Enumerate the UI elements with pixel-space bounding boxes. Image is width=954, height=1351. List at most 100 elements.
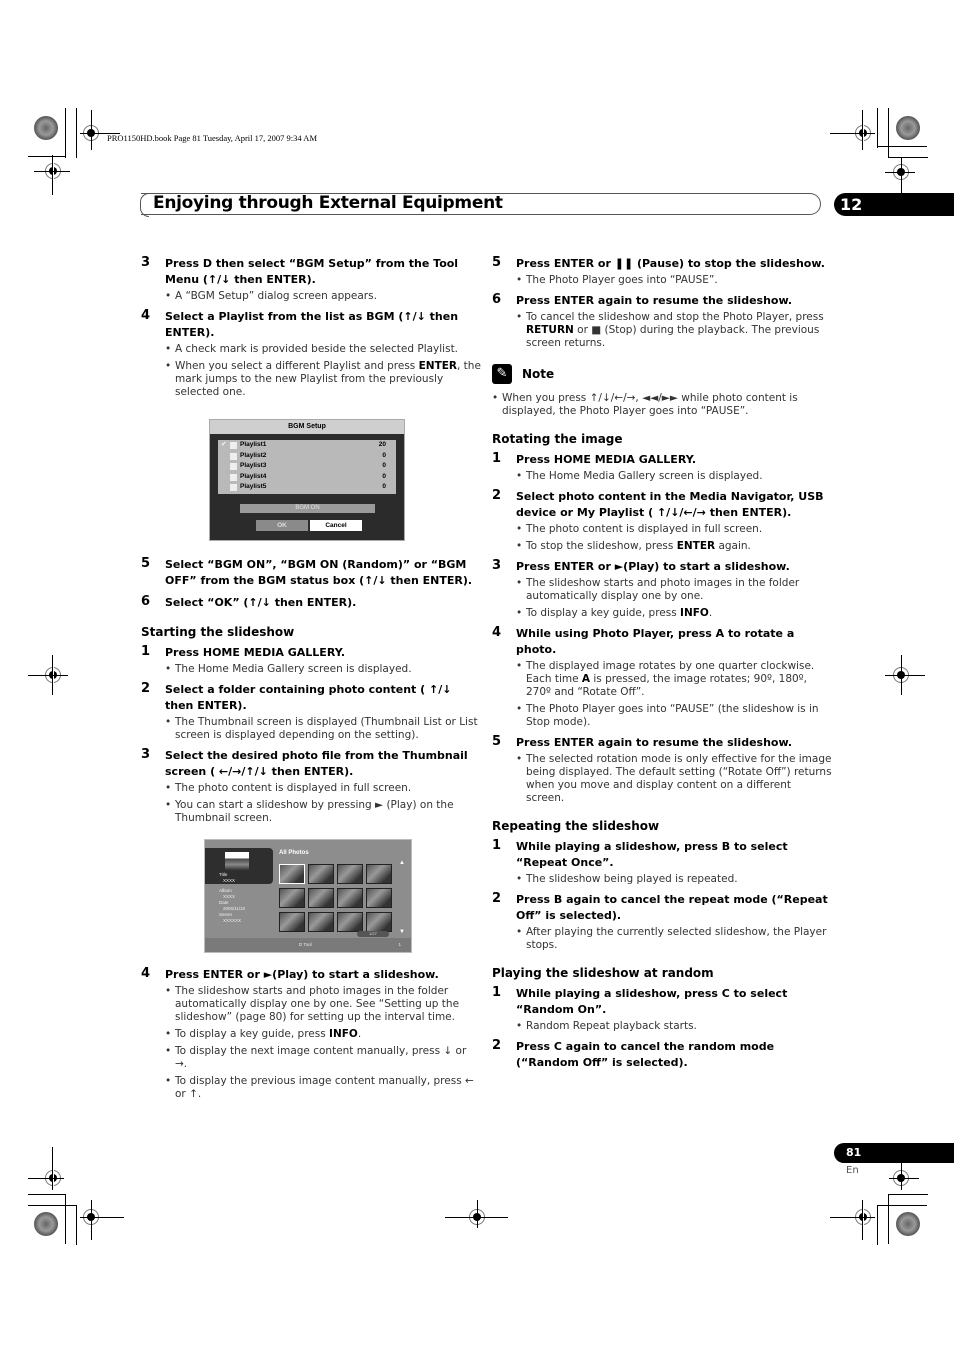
step-text: Press ENTER or ►(Play) to start a slides…	[516, 560, 790, 573]
key-label: ENTER	[676, 540, 716, 552]
chapter-number: 12	[840, 195, 863, 214]
crop-mark	[877, 146, 927, 147]
crop-mark	[65, 108, 66, 158]
thumbnail	[366, 912, 392, 932]
playlist-icon	[230, 442, 237, 449]
registration-disc	[34, 116, 58, 140]
playlist-count: 0	[382, 483, 386, 490]
bullet: After playing the currently selected sli…	[516, 926, 832, 952]
playlist-name: Playlist5	[240, 483, 267, 490]
bullet: To cancel the slideshow and stop the Pho…	[516, 311, 832, 350]
folder-title: All Photos	[279, 850, 309, 856]
bullet: The selected rotation mode is only effec…	[516, 753, 832, 805]
bullet-text: To display a key guide, press	[175, 1028, 330, 1040]
step-text: Select photo content in the Media Naviga…	[516, 490, 824, 519]
step-number: 1	[492, 451, 502, 466]
step-text: Press B again to cancel the repeat mode …	[516, 893, 828, 922]
crop-mark	[28, 1194, 66, 1195]
preview-image	[225, 852, 249, 870]
crop-mark	[877, 1205, 927, 1206]
bullet-list: The Thumbnail screen is displayed (Thumb…	[165, 716, 481, 742]
bullet-text: To stop the slideshow, press	[526, 540, 677, 552]
step: 1 Press HOME MEDIA GALLERY.	[141, 644, 481, 661]
crop-mark	[52, 1147, 53, 1190]
note-heading: ✎ Note	[492, 364, 832, 384]
bullet-text: .	[357, 1028, 362, 1040]
step: 4 Select a Playlist from the list as BGM …	[141, 308, 481, 341]
bullet: To display a key guide, press INFO.	[516, 607, 832, 620]
bullet-list: The slideshow starts and photo images in…	[165, 985, 481, 1101]
playlist-icon	[230, 473, 237, 481]
section-heading: Playing the slideshow at random	[492, 966, 714, 980]
step-text: Press D then select “BGM Setup” from the…	[165, 257, 459, 286]
crop-mark	[477, 1200, 478, 1228]
step-number: 3	[492, 558, 502, 573]
step-text: Press C again to cancel the random mode …	[516, 1040, 775, 1069]
bullet: The Photo Player goes into “PAUSE”.	[516, 274, 832, 287]
language-code: En	[846, 1165, 859, 1176]
dialog-title: BGM Setup	[210, 420, 404, 434]
scroll-down-icon: ▼	[399, 929, 405, 935]
bullet: The photo content is displayed in full s…	[165, 782, 481, 795]
step: 3 Press D then select “BGM Setup” from th…	[141, 255, 481, 288]
step-text: Press HOME MEDIA GALLERY.	[516, 453, 697, 466]
bullet-list: The Photo Player goes into “PAUSE”.	[516, 274, 832, 287]
step: 3 Press ENTER or ►(Play) to start a slide…	[492, 558, 832, 575]
crop-mark	[91, 110, 92, 150]
step: 2 Select photo content in the Media Navig…	[492, 488, 832, 521]
step: 2 Press C again to cancel the random mode…	[492, 1038, 832, 1071]
thumbnail	[279, 888, 305, 908]
bgm-status-box: BGM ON	[240, 504, 375, 513]
crop-mark	[34, 171, 70, 172]
playlist-icon	[230, 452, 237, 460]
bullet: To display the previous image content ma…	[165, 1075, 481, 1101]
key-label: INFO	[329, 1028, 358, 1040]
step-text: Press ENTER or ►(Play) to start a slides…	[165, 968, 439, 981]
step: 5 Press ENTER again to resume the slidesh…	[492, 734, 832, 751]
step: 5 Press ENTER or ❚❚ (Pause) to stop the s…	[492, 255, 832, 272]
bgm-setup-screenshot: BGM Setup ✔ Playlist1 20 Playlist2 0 Playli…	[209, 419, 405, 541]
page-title: Enjoying through External Equipment	[153, 193, 503, 213]
playlist-name: Playlist2	[240, 451, 267, 459]
step: 2 Press B again to cancel the repeat mode…	[492, 891, 832, 924]
step-text: Press HOME MEDIA GALLERY.	[165, 646, 346, 659]
crop-mark	[877, 1205, 878, 1245]
crop-mark	[877, 108, 878, 148]
note-label: Note	[522, 367, 555, 381]
bullet: To stop the slideshow, press ENTER again…	[516, 540, 832, 553]
step: 6 Press ENTER again to resume the slidesh…	[492, 292, 832, 309]
bullet-list: The Home Media Gallery screen is display…	[516, 470, 832, 483]
step-number: 4	[141, 308, 151, 323]
step-number: 5	[141, 556, 151, 571]
step: 4 While using Photo Player, press A to ro…	[492, 625, 832, 658]
playlist-row: ✔ Playlist1 20	[218, 440, 396, 451]
playlist-row: Playlist5 0	[218, 482, 396, 493]
bullet-text: again.	[715, 540, 751, 552]
step: 5 Select “BGM ON”, “BGM ON (Random)” or “…	[141, 556, 481, 589]
bullet-list: To cancel the slideshow and stop the Pho…	[516, 311, 832, 350]
step: 2 Select a folder containing photo conten…	[141, 681, 481, 714]
step-number: 5	[492, 734, 502, 749]
cancel-button: Cancel	[310, 520, 362, 531]
playlist-count: 0	[382, 472, 386, 480]
bullet: The slideshow starts and photo images in…	[165, 985, 481, 1024]
bullet: Random Repeat playback starts.	[516, 1020, 832, 1033]
crop-mark	[76, 108, 77, 158]
key-label: INFO	[680, 607, 709, 619]
thumbnail	[337, 864, 363, 884]
bullet: A check mark is provided beside the sele…	[165, 343, 481, 356]
bullet-list: After playing the currently selected sli…	[516, 926, 832, 952]
bullet: A “BGM Setup” dialog screen appears.	[165, 290, 481, 303]
thumbnail	[337, 912, 363, 932]
playlist-list: ✔ Playlist1 20 Playlist2 0 Playlist3 0 Playl…	[218, 440, 396, 494]
footer-bar: D Tool 1	[205, 938, 411, 952]
thumbnail	[337, 888, 363, 908]
key-label: A	[581, 673, 591, 685]
crop-mark	[888, 108, 889, 158]
step-number: 1	[492, 985, 502, 1000]
step-number: 6	[141, 594, 151, 609]
step-number: 1	[492, 838, 502, 853]
crop-mark	[889, 1178, 919, 1179]
bullet: The Home Media Gallery screen is display…	[165, 663, 481, 676]
meta-value: XXXXXX	[223, 918, 242, 923]
